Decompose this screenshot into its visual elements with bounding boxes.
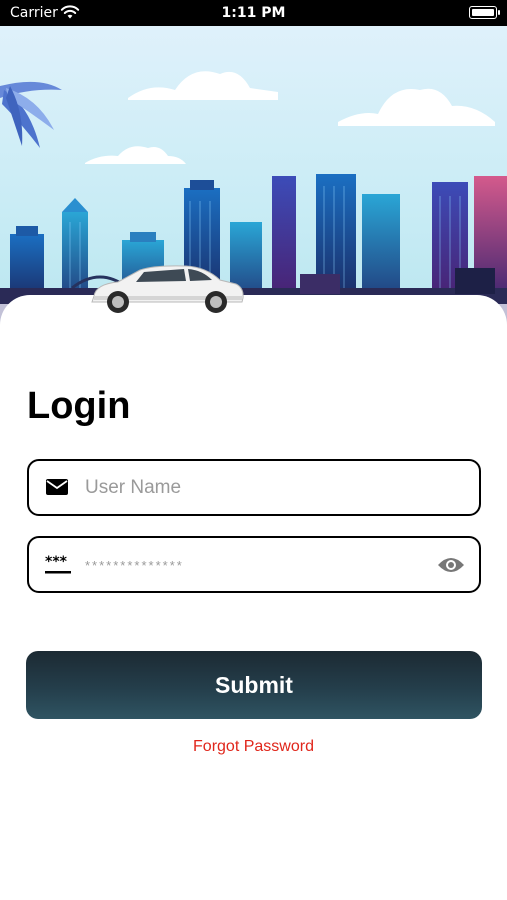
status-time: 1:11 PM <box>221 5 286 21</box>
city-skyline-illustration <box>0 26 507 326</box>
password-input[interactable] <box>85 548 425 582</box>
password-field[interactable]: *** <box>27 536 481 593</box>
mail-icon <box>45 477 69 502</box>
submit-button[interactable]: Submit <box>26 651 482 719</box>
page-title: Login <box>27 385 131 427</box>
forgot-password-link[interactable]: Forgot Password <box>0 738 507 756</box>
car-illustration <box>88 262 246 319</box>
svg-text:***: *** <box>45 554 68 570</box>
status-bar: Carrier 1:11 PM <box>0 0 507 26</box>
battery-level <box>472 9 494 16</box>
password-dots-icon: *** <box>45 554 71 581</box>
username-input[interactable] <box>85 471 425 505</box>
eye-icon[interactable] <box>437 555 465 580</box>
battery-icon <box>469 6 500 19</box>
username-field[interactable] <box>27 459 481 516</box>
